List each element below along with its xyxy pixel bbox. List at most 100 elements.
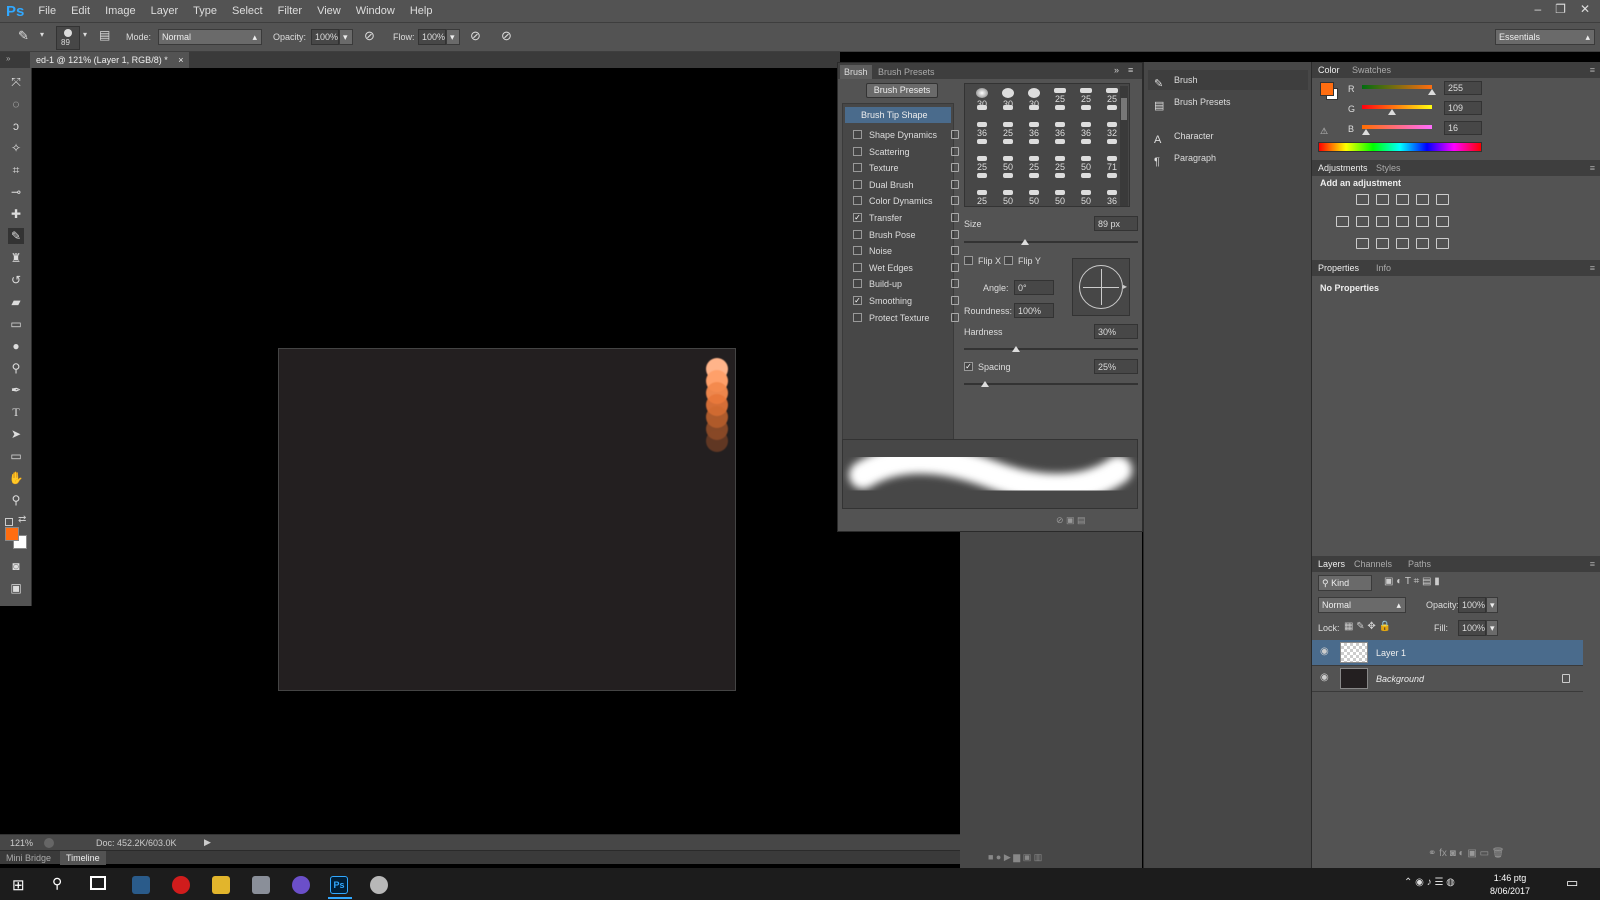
size-input[interactable]: 89 px [1094, 216, 1138, 231]
zoom-level[interactable]: 121% [10, 838, 33, 848]
hardness-slider-thumb[interactable] [1012, 346, 1021, 352]
dock-item-brush-presets[interactable]: ▤ Brush Presets [1148, 92, 1308, 112]
task-view-icon[interactable] [90, 876, 106, 890]
minimize-button[interactable]: – [1534, 2, 1541, 16]
quick-mask-icon[interactable]: ◙ [8, 558, 24, 574]
brush-option-checkbox[interactable] [853, 312, 862, 322]
color-fg-swatch[interactable] [1320, 82, 1334, 96]
brush-option-checkbox[interactable] [853, 146, 862, 156]
color-spectrum-bar[interactable] [1318, 142, 1482, 152]
lock-icon[interactable] [951, 279, 959, 289]
clone-stamp-icon[interactable]: ♜ [8, 250, 24, 266]
flow-input[interactable]: 100% [418, 29, 446, 45]
fill-input[interactable]: 100% [1458, 620, 1486, 636]
panel-menu-icon[interactable]: ≡ [1590, 65, 1595, 75]
invert-icon[interactable] [1356, 238, 1369, 249]
type-tool-icon[interactable]: T [8, 404, 24, 420]
pen-tool-icon[interactable]: ✒ [8, 382, 24, 398]
brush-angle-preview[interactable]: ▸ [1072, 258, 1130, 316]
layer-opacity-dropdown[interactable]: ▾ [1486, 597, 1498, 613]
brush-option-checkbox[interactable] [853, 262, 862, 272]
move-tool-icon[interactable]: ⤧ [8, 74, 24, 90]
spacing-input[interactable]: 25% [1094, 359, 1138, 374]
close-button[interactable]: ✕ [1580, 2, 1590, 16]
channel-mixer-icon[interactable] [1416, 216, 1429, 227]
gradient-map-icon[interactable] [1436, 238, 1449, 249]
opera-icon[interactable] [172, 876, 190, 894]
color-lookup-icon[interactable] [1436, 216, 1449, 227]
layer-filter-icons[interactable]: ▣ ◐ T ⌗ ▤ ▮ [1384, 576, 1440, 587]
posterize-icon[interactable] [1376, 238, 1389, 249]
swap-colors-icon[interactable]: ⇄ [18, 514, 26, 525]
brush-option-checkbox[interactable] [853, 229, 862, 239]
brush-option-checkbox[interactable] [853, 179, 862, 189]
brush-option-item[interactable]: Dual Brush [849, 177, 959, 193]
tab-paths[interactable]: Paths [1408, 559, 1431, 569]
dock-item-paragraph[interactable]: ¶ Paragraph [1148, 148, 1308, 168]
brush-option-checkbox[interactable]: ✓ [853, 296, 862, 305]
tab-layers[interactable]: Layers [1318, 559, 1345, 569]
browser-icon[interactable] [292, 876, 310, 894]
brush-panel-toggle-icon[interactable]: ▤ [99, 28, 110, 42]
dock-item-brush[interactable]: ✎ Brush [1148, 70, 1308, 90]
windows-start-icon[interactable]: ⊞ [12, 876, 25, 894]
document-tab[interactable]: ed-1 @ 121% (Layer 1, RGB/8) * × [30, 52, 190, 68]
brush-option-item[interactable]: ✓ Smoothing [849, 293, 959, 309]
eyedropper-icon[interactable]: ⊸ [8, 184, 24, 200]
channel-slider-thumb[interactable] [1428, 89, 1436, 95]
flow-dropdown[interactable]: ▾ [446, 29, 460, 45]
brush-option-checkbox[interactable] [853, 130, 862, 139]
pressure-size-icon[interactable]: ⊘ [501, 28, 512, 44]
brush-tip-thumbnail[interactable]: 50 [1021, 188, 1047, 214]
workspace-select[interactable]: Essentials ▴ [1495, 29, 1595, 45]
brush-tip-thumbnail[interactable]: 50 [995, 188, 1021, 214]
layer-name[interactable]: Layer 1 [1376, 648, 1406, 658]
lasso-tool-icon[interactable]: ↄ [8, 118, 24, 134]
eye-icon[interactable]: ◉ [1320, 672, 1329, 683]
menu-layer[interactable]: Layer [151, 5, 179, 17]
screen-mode-icon[interactable]: ▣ [8, 580, 24, 596]
crop-tool-icon[interactable]: ⌗ [8, 162, 24, 178]
brush-option-item[interactable]: Texture [849, 160, 959, 176]
selective-color-icon[interactable] [1416, 238, 1429, 249]
spacing-slider[interactable] [964, 383, 1138, 385]
brush-option-checkbox[interactable] [853, 246, 862, 256]
channel-slider[interactable] [1362, 125, 1432, 129]
brush-tool-icon[interactable]: ✎ [18, 28, 29, 44]
channel-slider[interactable] [1362, 85, 1432, 89]
vibrance-icon[interactable] [1436, 194, 1449, 205]
brush-option-item[interactable]: Wet Edges [849, 260, 959, 276]
brush-presets-button[interactable]: Brush Presets [866, 83, 938, 98]
expand-icon[interactable]: » [1114, 65, 1119, 75]
brush-tip-thumbnail[interactable]: 25 [969, 188, 995, 214]
brightness-icon[interactable] [1356, 194, 1369, 205]
lock-icon[interactable] [951, 130, 959, 139]
channel-slider-thumb[interactable] [1362, 129, 1371, 135]
chevron-down-icon[interactable]: ▾ [40, 30, 44, 39]
brush-option-item[interactable]: ✓ Transfer [849, 210, 959, 226]
layer-name[interactable]: Background [1376, 674, 1424, 684]
dock-item-character[interactable]: A Character [1148, 126, 1308, 146]
menu-help[interactable]: Help [410, 5, 433, 17]
brush-option-item[interactable]: Protect Texture [849, 310, 959, 326]
lock-icon[interactable] [951, 146, 959, 156]
collapse-icon[interactable]: » [6, 54, 10, 63]
airbrush-icon[interactable]: ⊘ [470, 28, 481, 44]
menu-image[interactable]: Image [105, 5, 136, 17]
brush-tool-icon[interactable]: ✎ [8, 228, 24, 244]
layer-blend-mode-select[interactable]: Normal ▴ [1318, 597, 1406, 613]
blur-tool-icon[interactable]: ● [8, 338, 24, 354]
lock-icon[interactable] [951, 213, 959, 222]
layers-footer-icons[interactable]: ⚭ fx ◙ ◐ ▣ ▭ 🗑 [1428, 848, 1505, 859]
search-icon[interactable]: ⚲ [52, 875, 62, 892]
opacity-input[interactable]: 100% [311, 29, 339, 45]
marquee-tool-icon[interactable]: ◌ [8, 96, 24, 112]
threshold-icon[interactable] [1396, 238, 1409, 249]
lock-icon[interactable] [951, 196, 959, 206]
app-icon[interactable] [252, 876, 270, 894]
tab-adjustments[interactable]: Adjustments [1318, 163, 1368, 173]
brush-preset-picker[interactable]: 89 [56, 26, 80, 50]
panel-menu-icon[interactable]: ≡ [1590, 263, 1595, 273]
tab-brush-presets[interactable]: Brush Presets [874, 65, 939, 79]
exposure-icon[interactable] [1416, 194, 1429, 205]
